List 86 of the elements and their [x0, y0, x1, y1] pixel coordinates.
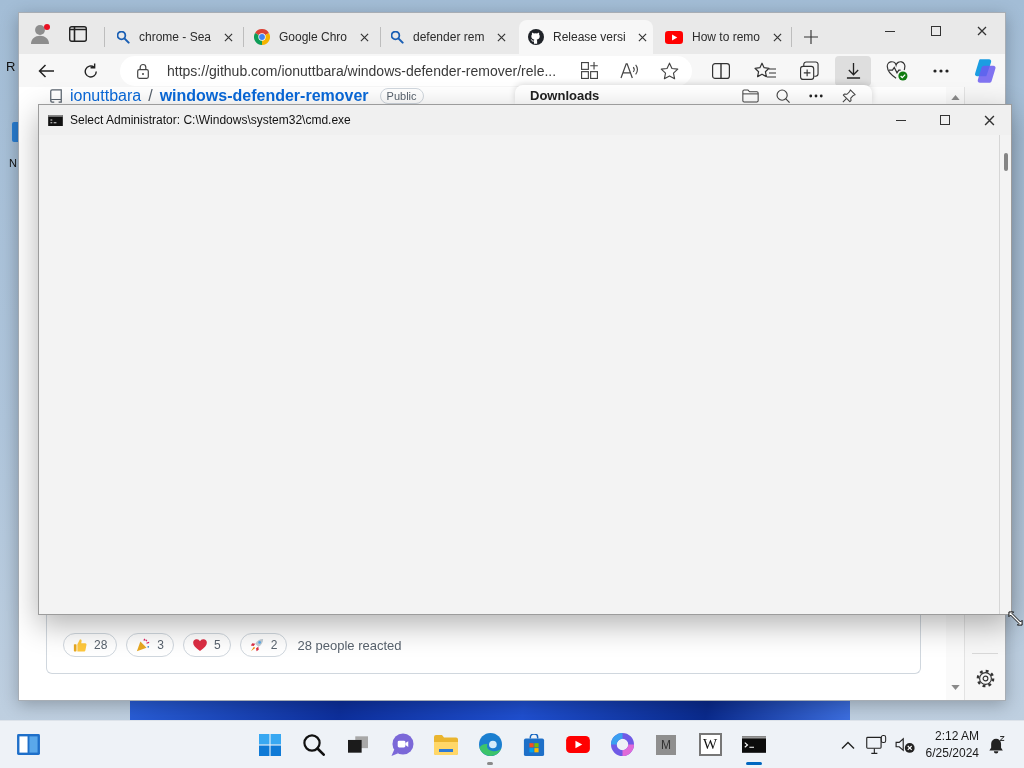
terminal-icon[interactable] [742, 736, 766, 753]
close-icon[interactable] [359, 32, 369, 42]
chevron-up-icon[interactable] [840, 740, 855, 749]
party-popper-icon[interactable] [136, 638, 151, 652]
windows-logo-icon[interactable] [259, 733, 281, 756]
app-button[interactable]: W [690, 724, 730, 765]
app-button[interactable]: M [646, 724, 686, 765]
panel-title: Downloads [530, 88, 600, 103]
close-icon[interactable] [496, 32, 506, 42]
chrome-icon[interactable] [254, 29, 270, 45]
read-aloud-icon[interactable] [619, 62, 639, 79]
minimize-icon[interactable] [885, 30, 895, 32]
app-tile: M [656, 734, 676, 755]
youtube-icon[interactable] [665, 30, 683, 44]
console-scrollbar[interactable] [999, 135, 1011, 614]
lock-icon[interactable] [137, 62, 149, 79]
more-icon[interactable] [933, 68, 949, 73]
settings-icon[interactable] [975, 668, 995, 688]
app-tile: W [698, 733, 722, 756]
youtube-icon[interactable] [566, 736, 590, 753]
close-icon[interactable] [772, 32, 782, 42]
reaction-button[interactable]: 2 [239, 633, 288, 657]
browser-tab[interactable]: Google Chro [245, 20, 379, 54]
address-bar[interactable]: https://github.com/ionuttbara/windows-defender-remover/rele... [120, 55, 692, 86]
widgets-icon[interactable] [16, 734, 40, 755]
search-icon[interactable] [303, 733, 325, 756]
browser-tab[interactable]: defender rem [382, 20, 516, 54]
heart-icon[interactable] [193, 639, 208, 651]
repo-owner-link[interactable]: ionuttbara [70, 87, 142, 104]
bell-icon[interactable] [988, 735, 1006, 754]
person-silhouette-icon[interactable] [31, 23, 49, 44]
desktop-icon-label[interactable]: N [9, 156, 17, 171]
split-screen-icon[interactable] [712, 62, 730, 79]
browser-tab[interactable]: chrome - Sea [108, 20, 242, 54]
plus-icon[interactable] [804, 30, 818, 44]
search-icon[interactable] [776, 88, 790, 103]
browser-tab[interactable]: How to remo [656, 20, 790, 54]
collections-icon[interactable] [799, 61, 819, 80]
reaction-button[interactable]: 5 [183, 633, 231, 657]
terminal-icon [48, 114, 63, 126]
resize-cursor-icon [1008, 611, 1023, 626]
reaction-button[interactable]: 28 [63, 633, 118, 657]
task-view-icon[interactable] [348, 736, 368, 753]
close-icon[interactable] [977, 26, 987, 36]
reaction-button[interactable]: 3 [126, 633, 175, 657]
ring-logo-icon[interactable] [610, 733, 634, 756]
scroll-up-arrow-icon[interactable] [950, 95, 960, 100]
clock-date[interactable]: 6/25/2024 [925, 744, 979, 762]
folder-icon[interactable] [434, 734, 458, 755]
reaction-summary: 28 people reacted [297, 637, 402, 653]
network-icon[interactable] [866, 735, 888, 754]
minimize-icon[interactable] [896, 119, 906, 121]
pin-icon[interactable] [842, 88, 856, 103]
back-arrow-icon[interactable] [38, 63, 54, 78]
thumbs-up-icon[interactable] [73, 638, 87, 652]
heart-pulse-icon[interactable] [886, 60, 908, 81]
speaker-muted-icon[interactable] [894, 736, 915, 753]
tab-panel-icon[interactable] [69, 25, 87, 42]
repo-name-link[interactable]: windows-defender-remover [159, 87, 369, 104]
shopping-bag-icon[interactable] [523, 733, 545, 756]
maximize-icon[interactable] [940, 115, 950, 125]
star-list-icon[interactable] [754, 62, 776, 79]
maximize-icon[interactable] [931, 26, 941, 36]
github-icon[interactable] [528, 29, 544, 45]
close-icon[interactable] [223, 32, 233, 42]
refresh-icon[interactable] [82, 63, 98, 78]
rocket-icon[interactable] [249, 638, 264, 652]
star-icon[interactable] [659, 61, 679, 80]
scroll-thumb[interactable] [1003, 153, 1008, 171]
downloads-button[interactable] [835, 55, 871, 86]
apps-plus-icon[interactable] [580, 62, 598, 79]
path-separator: / [148, 87, 153, 104]
edge-icon[interactable] [478, 733, 502, 756]
copilot-icon[interactable] [974, 58, 996, 83]
chat-bubble-icon[interactable] [390, 733, 414, 756]
desktop-icon-label[interactable]: R [6, 59, 16, 74]
clock-time[interactable]: 2:12 AM [934, 727, 979, 745]
window-title: Select Administrator: C:\Windows\system32\cmd.exe [70, 113, 351, 127]
repo-icon [49, 88, 63, 103]
download-icon[interactable] [845, 62, 861, 79]
scroll-down-arrow-icon[interactable] [950, 685, 960, 690]
more-icon[interactable] [809, 93, 823, 98]
address-url[interactable]: https://github.com/ionuttbara/windows-defender-remover/rele... [167, 62, 565, 79]
close-icon[interactable] [983, 114, 995, 126]
close-icon[interactable] [638, 32, 648, 42]
browser-tab[interactable]: Release versi [519, 20, 653, 54]
